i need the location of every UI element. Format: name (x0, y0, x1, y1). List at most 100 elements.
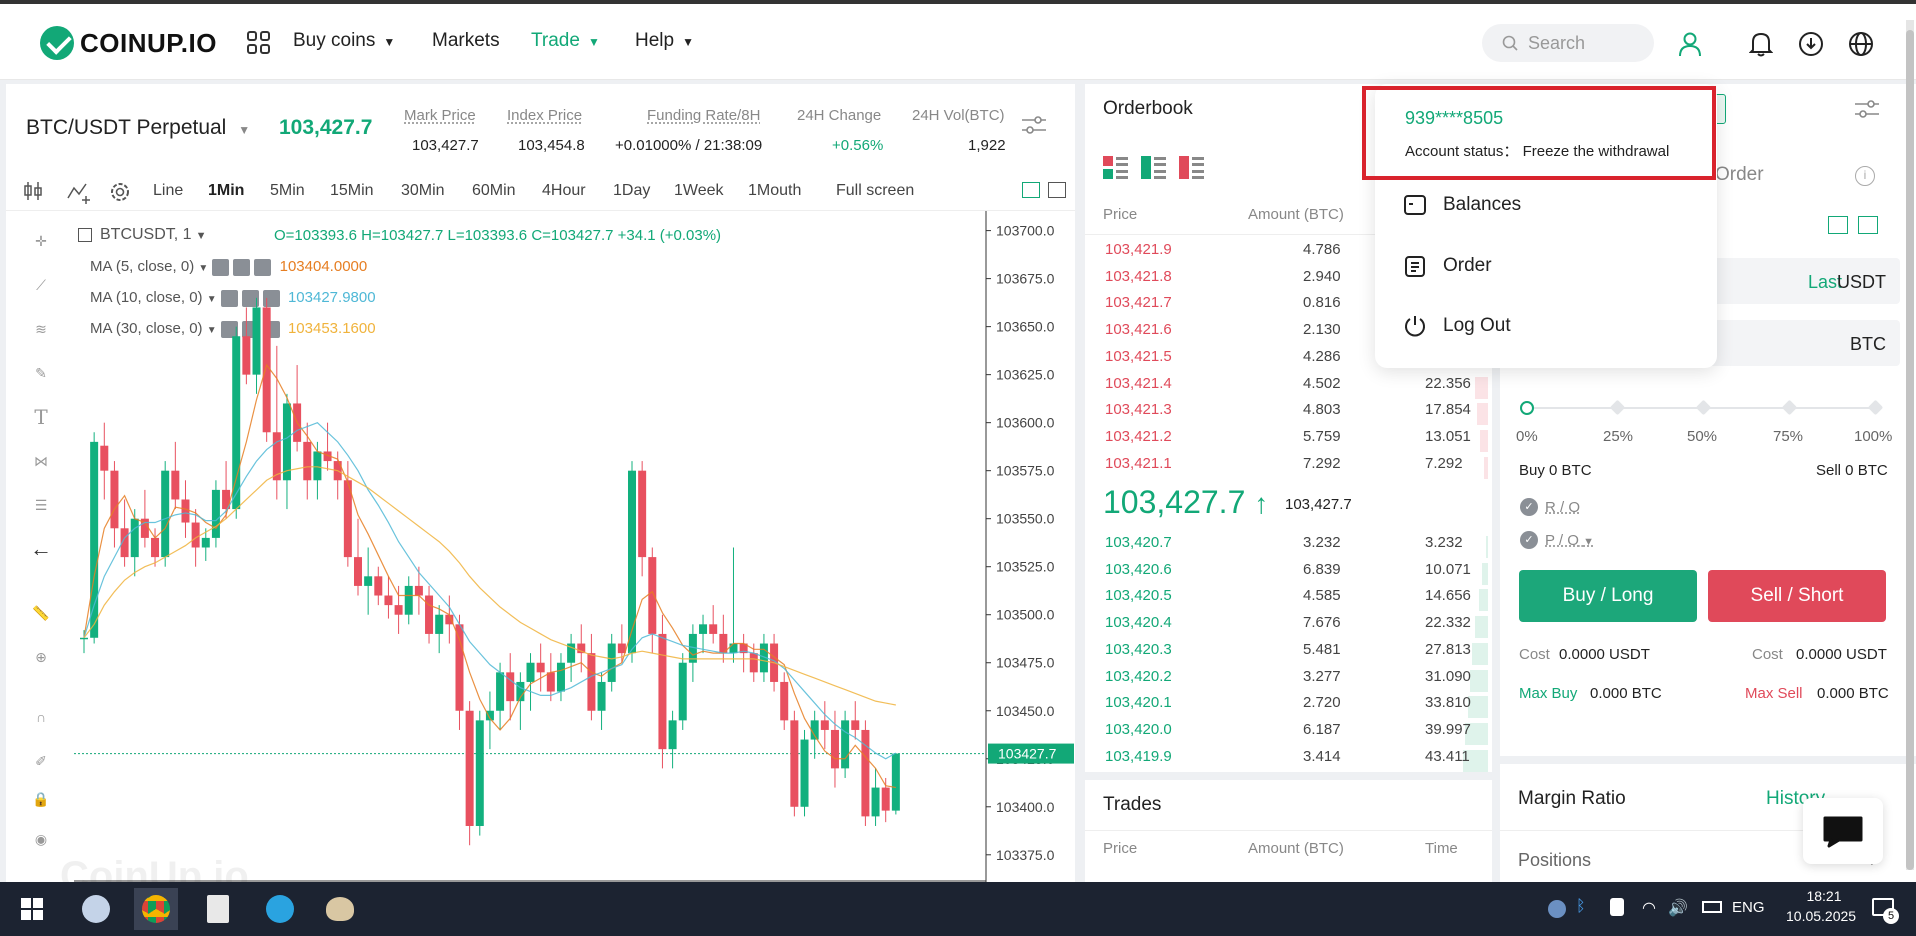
bid-row[interactable]: 103,419.9 3.414 43.411 (1105, 748, 1488, 774)
candle-body (161, 470, 170, 558)
nav-trade[interactable]: Trade ▼ (531, 30, 600, 52)
ask-price: 103,421.9 (1105, 241, 1172, 258)
volume-icon[interactable]: 🔊 (1668, 898, 1688, 918)
bid-depth-bar (1479, 589, 1488, 612)
ask-depth-bar (1480, 429, 1488, 452)
max-buy-label: Max Buy (1519, 685, 1578, 702)
wallet-icon (1404, 195, 1426, 215)
app-icon-1[interactable] (74, 888, 118, 930)
y-tick-label: 103525.0 (996, 559, 1055, 575)
chat-support-button[interactable] (1803, 798, 1883, 864)
bid-total: 31.090 (1425, 667, 1471, 685)
bid-row[interactable]: 103,420.3 5.481 27.813 (1105, 641, 1488, 667)
bid-row[interactable]: 103,420.0 6.187 39.997 (1105, 721, 1488, 747)
ask-row[interactable]: 103,421.2 5.759 13.051 (1105, 428, 1488, 454)
battery-icon[interactable] (1702, 901, 1722, 913)
order-tab[interactable]: Order (1715, 164, 1764, 186)
candle-body (90, 441, 99, 638)
bids-only-icon[interactable] (1141, 156, 1167, 180)
ask-row[interactable]: 103,421.1 7.292 7.292 (1105, 454, 1488, 481)
nav-markets[interactable]: Markets (432, 30, 500, 52)
bid-depth-bar (1472, 642, 1488, 665)
site-header: COINUP.IO Buy coins ▼ Markets Trade ▼ Help… (0, 4, 1916, 80)
both-sides-icon[interactable] (1103, 156, 1129, 180)
page-scrollbar[interactable] (1906, 20, 1914, 870)
clock-time[interactable]: 18:21 (1794, 888, 1854, 904)
nav-help[interactable]: Help ▼ (635, 30, 694, 52)
slider-mark-75[interactable]: 75% (1773, 428, 1803, 445)
candle-body (638, 470, 647, 558)
bid-row[interactable]: 103,420.1 2.720 33.810 (1105, 694, 1488, 720)
bid-amount: 3.277 (1303, 667, 1341, 685)
download-icon[interactable] (1797, 30, 1825, 58)
po-label[interactable]: P / O ▼ (1545, 532, 1594, 549)
search-icon (1502, 35, 1518, 51)
slider-mark-100[interactable]: 100% (1854, 428, 1892, 445)
windows-start-icon[interactable] (10, 888, 54, 930)
telegram-icon[interactable] (258, 888, 302, 930)
bid-row[interactable]: 103,420.5 4.585 14.656 (1105, 587, 1488, 613)
slider-mark-50[interactable]: 50% (1687, 428, 1717, 445)
ro-checkbox[interactable]: ✓ (1520, 498, 1538, 516)
language-indicator[interactable]: ENG (1732, 899, 1765, 916)
slider-mark-25[interactable]: 25% (1603, 428, 1633, 445)
candle-body (130, 518, 139, 558)
paint-icon[interactable] (318, 888, 362, 930)
info-icon[interactable]: i (1855, 166, 1875, 186)
slider-mark-0[interactable]: 0% (1516, 428, 1538, 445)
candlestick-chart[interactable]: 103700.0 103675.0 103650.0 103625.0 103600.0… (6, 84, 1075, 884)
coinup-logo[interactable]: COINUP.IO (40, 26, 217, 60)
globe-icon[interactable] (1847, 30, 1875, 58)
menu-order[interactable]: Order (1403, 254, 1492, 278)
slider-handle[interactable] (1520, 401, 1534, 415)
ob-header-price: Price (1103, 206, 1138, 223)
ask-amount: 7.292 (1303, 454, 1341, 472)
candle-body (151, 537, 160, 558)
apps-grid-icon[interactable] (246, 30, 272, 56)
bid-row[interactable]: 103,420.4 7.676 22.332 (1105, 614, 1488, 640)
po-checkbox[interactable]: ✓ (1520, 531, 1538, 549)
tray-app-icon[interactable] (1548, 900, 1566, 918)
candle-body (191, 522, 200, 548)
calculator-icon[interactable] (196, 888, 240, 930)
candle-body (414, 585, 423, 596)
chrome-icon[interactable] (134, 888, 178, 930)
bid-total: 10.071 (1425, 560, 1471, 578)
windows-taskbar: ᛒ ◠ 🔊 ENG 18:21 10.05.2025 5 (0, 882, 1916, 936)
wifi-icon[interactable]: ◠ (1642, 898, 1656, 918)
mid-mark-price: 103,427.7 (1285, 496, 1352, 513)
bid-row[interactable]: 103,420.6 6.839 10.071 (1105, 560, 1488, 587)
scrollbar-thumb[interactable] (1906, 30, 1914, 870)
settings-sliders-icon[interactable] (1854, 98, 1880, 123)
ask-row[interactable]: 103,421.3 4.803 17.854 (1105, 401, 1488, 427)
security-icon[interactable] (1610, 898, 1624, 916)
search-input[interactable]: Search (1482, 24, 1654, 62)
menu-logout[interactable]: Log Out (1403, 314, 1511, 338)
buy-long-button[interactable]: Buy / Long (1519, 570, 1697, 622)
ask-amount: 4.786 (1303, 241, 1341, 258)
ask-row[interactable]: 103,421.4 4.502 22.356 (1105, 375, 1488, 401)
positions-label[interactable]: Positions (1518, 850, 1591, 871)
max-sell-label: Max Sell (1745, 685, 1803, 702)
user-icon[interactable] (1676, 30, 1704, 58)
swap-icon[interactable] (1828, 216, 1848, 234)
expand-icon[interactable] (1858, 216, 1878, 234)
sell-short-button[interactable]: Sell / Short (1708, 570, 1886, 622)
y-tick-label: 103625.0 (996, 367, 1055, 383)
bid-price: 103,420.2 (1105, 667, 1172, 685)
bid-row[interactable]: 103,420.7 3.232 3.232 (1105, 534, 1488, 560)
asks-only-icon[interactable] (1179, 156, 1205, 180)
clock-date[interactable]: 10.05.2025 (1786, 908, 1856, 924)
nav-buy-coins[interactable]: Buy coins ▼ (293, 30, 395, 52)
bluetooth-icon[interactable]: ᛒ (1576, 898, 1586, 916)
ask-depth-bar (1475, 376, 1488, 399)
menu-balances[interactable]: Balances (1403, 194, 1521, 216)
bell-icon[interactable] (1747, 30, 1775, 58)
bid-row[interactable]: 103,420.2 3.277 31.090 (1105, 667, 1488, 694)
candle-body (303, 441, 312, 481)
candle-body (475, 720, 484, 826)
candle-body (628, 470, 636, 654)
candle-body (435, 614, 444, 634)
bid-amount: 4.585 (1303, 587, 1341, 605)
candle-body (201, 537, 210, 548)
